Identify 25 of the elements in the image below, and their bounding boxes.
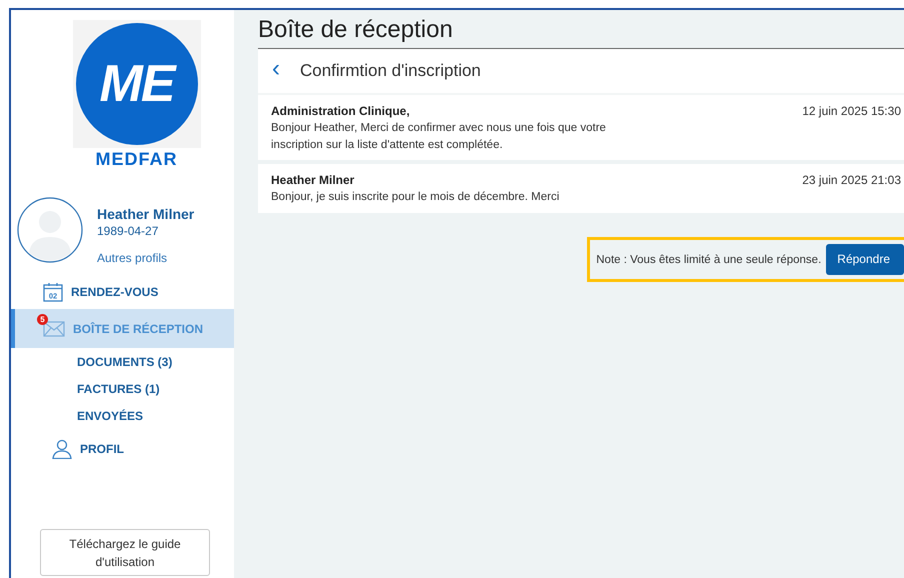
nav-item[interactable]: PROFIL — [11, 429, 234, 469]
submenu-item[interactable]: ENVOYÉES — [11, 402, 234, 429]
birth-date: 1989-04-27 — [97, 224, 160, 238]
profile-name: Heather Milner — [97, 206, 194, 222]
submenu-item[interactable]: DOCUMENTS (3) — [11, 348, 234, 375]
message-date: 23 juin 2025 21:03 — [802, 173, 901, 188]
message-sender: Heather Milner — [271, 173, 354, 188]
nav-item[interactable]: 5 BOÎTE DE RÉCEPTION — [11, 309, 234, 348]
other-profiles-link[interactable]: Autres profils — [97, 251, 194, 265]
person-icon — [52, 439, 72, 459]
message-sender: Administration Clinique, — [271, 104, 410, 118]
brand-name: MEDFAR — [96, 149, 178, 170]
message-body: Bonjour, je suis inscrite pour le mois de décembre. Merci — [271, 190, 560, 206]
submenu-item[interactable]: FACTURES (1) — [11, 375, 234, 402]
logo-mark: ME — [76, 23, 198, 145]
unread-badge: 5 — [37, 314, 48, 324]
message-date: 12 juin 2025 15:30 — [802, 104, 901, 118]
message-body: Bonjour Heather, Merci de confirmer avec nous une fois que votre inscription sur la liste d'attente est complétée. — [271, 121, 607, 153]
avatar-icon — [17, 197, 83, 263]
envelope-icon — [43, 320, 65, 336]
back-button[interactable]: ‹ — [270, 57, 282, 85]
reply-button[interactable]: Répondre — [826, 244, 904, 276]
note-text: Note : Vous êtes limité à une seule réponse. — [596, 254, 822, 266]
download-guide-button[interactable]: Téléchargez le guide d'utilisation — [40, 529, 210, 576]
thread-subject: Confirmtion d'inscription — [300, 61, 481, 81]
